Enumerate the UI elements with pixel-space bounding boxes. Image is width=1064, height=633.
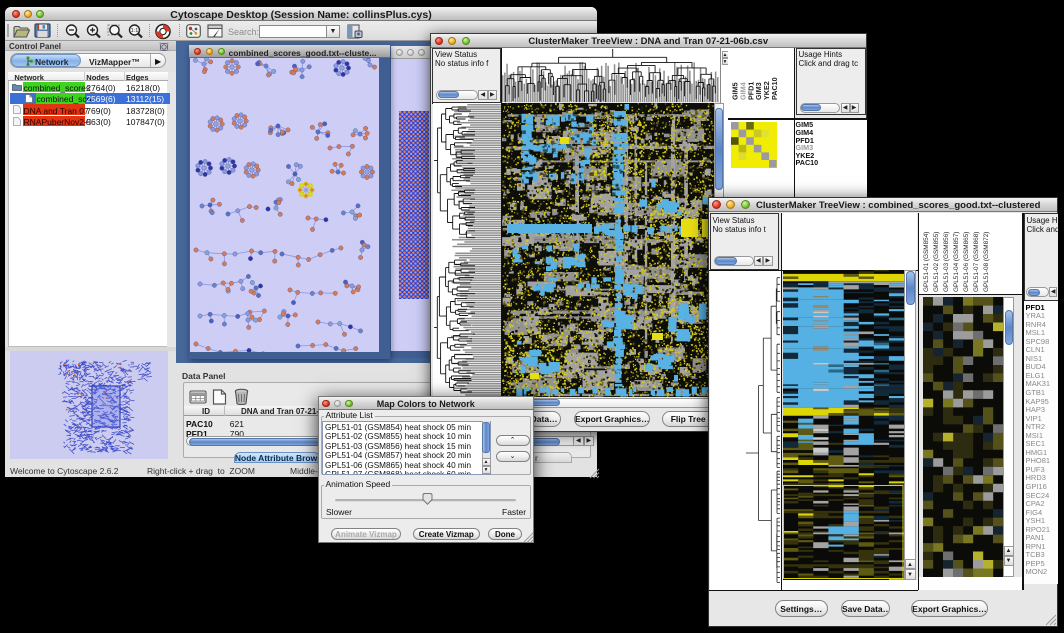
svg-text:GPL51-08 (GSM872): GPL51-08 (GSM872) [983,232,990,292]
svg-text:GPL51-01 (GSM854): GPL51-01 (GSM854) [923,232,930,292]
svg-text:GPL51-07 (GSM868): GPL51-07 (GSM868) [973,232,980,292]
svg-text:PAC10: PAC10 [770,77,779,100]
svg-text:GPL51-06 (GSM865): GPL51-06 (GSM865) [963,232,970,292]
svg-text:GPL51-04 (GSM857): GPL51-04 (GSM857) [953,232,960,292]
svg-text:GPL51-02 (GSM855): GPL51-02 (GSM855) [933,232,940,292]
svg-text:1:1: 1:1 [131,28,139,34]
svg-text:GPL51-03 (GSM856): GPL51-03 (GSM856) [943,232,950,292]
